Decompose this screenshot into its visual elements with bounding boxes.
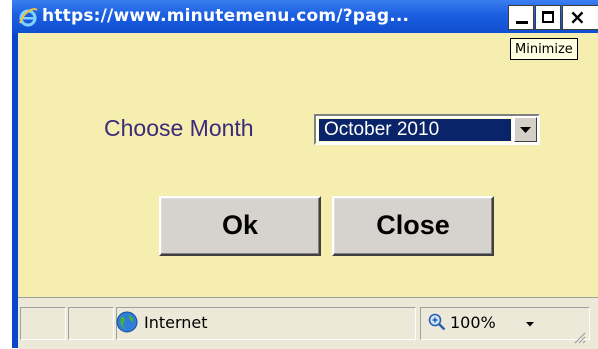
dialog-content xyxy=(18,33,598,297)
month-select[interactable]: October 2010 xyxy=(314,114,540,145)
internet-explorer-icon xyxy=(18,7,38,27)
chevron-down-icon xyxy=(520,127,531,133)
minimize-icon xyxy=(516,21,528,24)
window-title: https://www.minutemenu.com/?pag... xyxy=(42,6,410,26)
title-bar[interactable]: https://www.minutemenu.com/?pag... × xyxy=(12,0,598,33)
security-zone-label: Internet xyxy=(144,313,208,332)
resize-grip-icon[interactable] xyxy=(572,330,586,344)
status-bar xyxy=(18,297,598,349)
close-window-button[interactable]: × xyxy=(562,5,598,30)
zoom-dropdown-arrow-icon[interactable] xyxy=(526,322,534,327)
magnifier-icon xyxy=(428,313,446,331)
zoom-level: 100% xyxy=(450,313,496,332)
maximize-button[interactable] xyxy=(535,5,561,30)
minimize-button[interactable] xyxy=(508,5,534,30)
ok-button[interactable]: Ok xyxy=(159,196,321,256)
choose-month-label: Choose Month xyxy=(104,115,254,141)
close-icon: × xyxy=(569,5,586,29)
minimize-tooltip: Minimize xyxy=(510,38,578,60)
status-pane xyxy=(68,307,114,340)
globe-icon xyxy=(116,311,138,333)
month-select-dropdown-button[interactable] xyxy=(514,117,537,142)
status-pane xyxy=(20,307,66,340)
month-select-value[interactable]: October 2010 xyxy=(318,118,512,142)
browser-popup-window: https://www.minutemenu.com/?pag... × Min… xyxy=(12,0,598,349)
close-button[interactable]: Close xyxy=(332,196,494,256)
maximize-icon xyxy=(542,11,554,23)
